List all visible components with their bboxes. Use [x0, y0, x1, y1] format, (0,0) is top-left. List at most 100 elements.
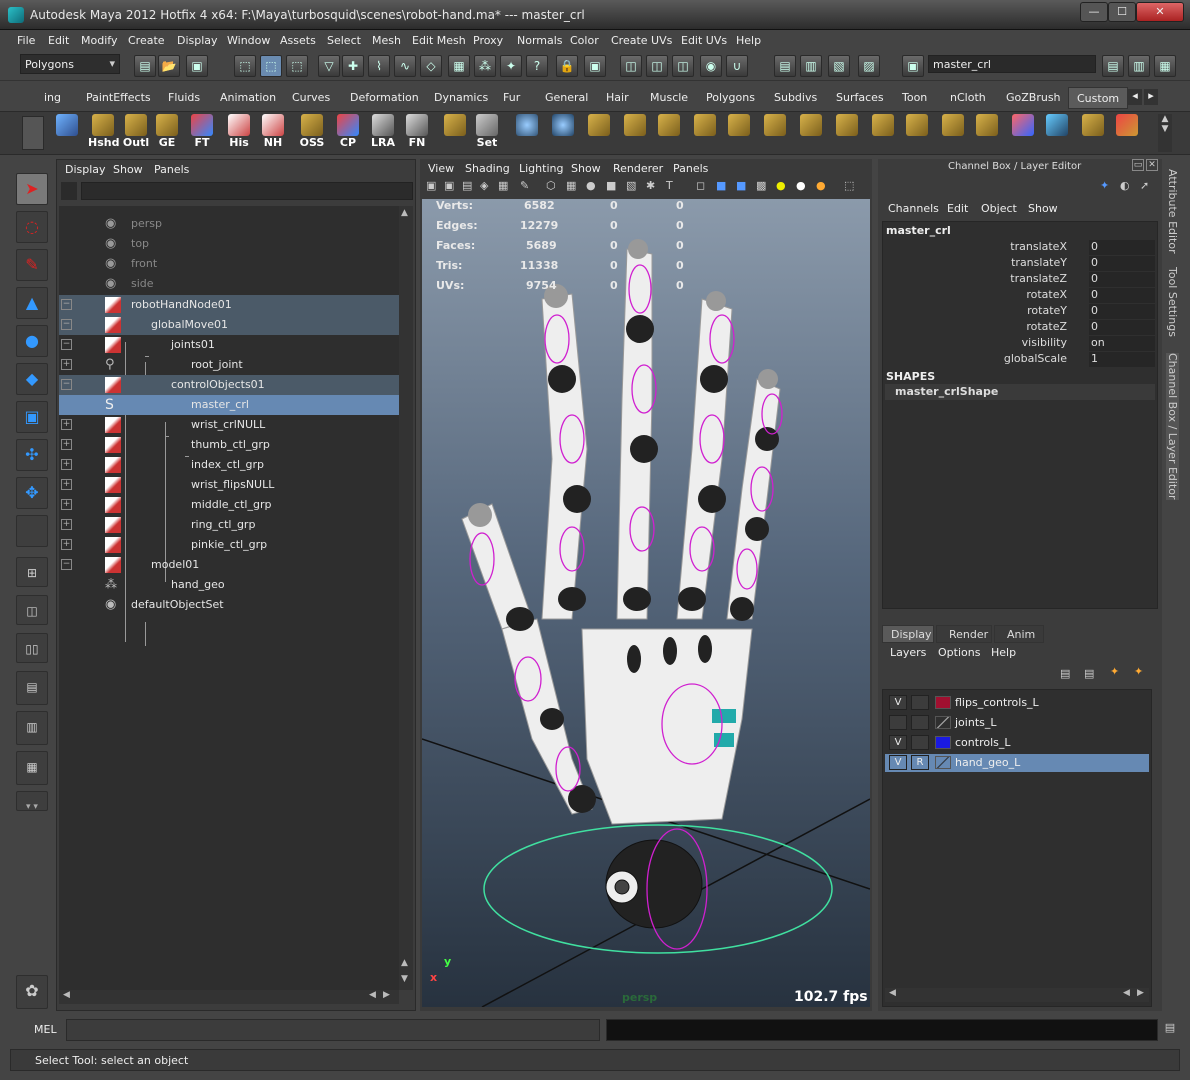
layer-move-up-icon[interactable]: ▤	[1060, 667, 1070, 680]
shelf-button-lra[interactable]: LRA	[368, 114, 398, 154]
list-item-middle-ctl-grp[interactable]: + middle_ctl_grp	[59, 495, 399, 515]
snap-view-plane-icon[interactable]: ◇	[420, 55, 442, 77]
layer-display-type-toggle[interactable]	[911, 715, 929, 730]
shelf-button-poly-12[interactable]	[972, 114, 1002, 154]
construction-history-icon[interactable]: ▣	[584, 55, 606, 77]
maximize-button[interactable]: ☐	[1108, 2, 1136, 22]
magnet-icon[interactable]: ∪	[726, 55, 748, 77]
shelf-tab-hair[interactable]: Hair	[606, 91, 629, 104]
snap-curve-icon[interactable]: ⌇	[368, 55, 390, 77]
collapse-icon[interactable]: −	[61, 299, 72, 310]
default-light-icon[interactable]: ●	[776, 179, 786, 192]
list-item-joints01[interactable]: − joints01	[59, 335, 399, 355]
collapse-icon[interactable]: −	[61, 319, 72, 330]
layout-four-panes-icon[interactable]: ⊞	[16, 557, 48, 587]
shadows-icon[interactable]: ●	[816, 179, 826, 192]
expand-icon[interactable]: +	[61, 519, 72, 530]
list-item-thumb-ctl-grp[interactable]: + thumb_ctl_grp	[59, 435, 399, 455]
tool-settings-toggle-icon[interactable]: ▧	[828, 55, 850, 77]
save-scene-icon[interactable]: ▣	[186, 55, 208, 77]
outliner-search-field[interactable]	[81, 182, 413, 200]
layer-display-type-toggle[interactable]	[911, 735, 929, 750]
outliner-menu-panels[interactable]: Panels	[154, 163, 189, 176]
shelf-button-plane[interactable]	[1042, 114, 1072, 154]
xray-icon[interactable]: ▧	[626, 179, 636, 192]
layer-visibility-toggle[interactable]: V	[889, 735, 907, 750]
channel-menu-show[interactable]: Show	[1028, 202, 1058, 215]
shelf-button-poly-13[interactable]	[1078, 114, 1108, 154]
select-tool-icon[interactable]: ➤	[16, 173, 48, 205]
grid-icon[interactable]: ▦	[566, 179, 576, 192]
shelf-scroll-icon[interactable]: ▲ ▼	[1158, 114, 1172, 152]
side-tab-attribute-editor[interactable]: Attribute Editor	[1166, 169, 1179, 254]
expand-icon[interactable]: +	[61, 439, 72, 450]
history-icon[interactable]: ✦	[500, 55, 522, 77]
shape-row[interactable]: master_crlShape	[885, 384, 1155, 400]
shelf-tab-surfaces[interactable]: Surfaces	[836, 91, 884, 104]
help-question-icon[interactable]: ?	[526, 55, 548, 77]
xray-joints-icon[interactable]: ✱	[646, 179, 655, 192]
outliner-menu-show[interactable]: Show	[113, 163, 143, 176]
last-tool-icon[interactable]	[16, 515, 48, 547]
menu-file[interactable]: File	[17, 34, 35, 47]
list-item-controlobjects01[interactable]: − controlObjects01	[59, 375, 399, 395]
shelf-button-set[interactable]: Set	[472, 114, 502, 154]
select-camera-icon[interactable]: ▣	[426, 179, 436, 192]
list-item-globalmove01[interactable]: − globalMove01	[59, 315, 399, 335]
list-item-side[interactable]: ◉ side	[59, 274, 399, 294]
layer-color-swatch[interactable]	[935, 756, 951, 769]
channel-menu-object[interactable]: Object	[981, 202, 1017, 215]
shelf-tab-rendering[interactable]: ing	[44, 91, 61, 104]
shelf-button-poly-6[interactable]	[760, 114, 790, 154]
shelf-button-poly-5[interactable]	[724, 114, 754, 154]
side-tab-tool-settings[interactable]: Tool Settings	[1166, 267, 1179, 337]
channel-menu-channels[interactable]: Channels	[888, 202, 939, 215]
shelf-tab-ncloth[interactable]: nCloth	[950, 91, 986, 104]
shelf-button-his[interactable]: His	[224, 114, 254, 154]
layer-visibility-toggle[interactable]: V	[889, 755, 907, 770]
menu-set-dropdown[interactable]: Polygons ▾	[20, 54, 120, 74]
menu-assets[interactable]: Assets	[280, 34, 316, 47]
show-manipulator-icon[interactable]: ✥	[16, 477, 48, 509]
shelf-tab-painteffects[interactable]: PaintEffects	[86, 91, 151, 104]
menu-normals[interactable]: Normals	[517, 34, 563, 47]
shelf-button-poly-3[interactable]	[654, 114, 684, 154]
menu-proxy[interactable]: Proxy	[473, 34, 503, 47]
viewport-3d-view[interactable]: Verts: 6582 0 0 Edges: 12279 0 0 Faces: …	[422, 199, 870, 1007]
shelf-tab-subdivs[interactable]: Subdivs	[774, 91, 817, 104]
list-item-front[interactable]: ◉ front	[59, 254, 399, 274]
layer-color-swatch[interactable]	[935, 716, 951, 729]
maya-app-icon[interactable]: ✿	[16, 975, 48, 1009]
move-tool-icon[interactable]: ▲	[16, 287, 48, 319]
layer-tab-display[interactable]: Display	[882, 625, 934, 643]
layer-tab-render[interactable]: Render	[936, 625, 992, 643]
shelf-button-poly-2[interactable]	[620, 114, 650, 154]
render-settings-icon[interactable]: ◫	[672, 55, 694, 77]
menu-color[interactable]: Color	[570, 34, 599, 47]
shelf-button-render[interactable]	[52, 114, 82, 154]
layer-editor-toggle-icon[interactable]: ▨	[858, 55, 880, 77]
collapse-icon[interactable]: −	[61, 379, 72, 390]
shelf-button-spheres[interactable]	[548, 114, 578, 154]
smooth-shade-icon[interactable]: ●	[586, 179, 596, 192]
layer-display-type-toggle[interactable]	[911, 695, 929, 710]
checker-icon[interactable]: ▩	[756, 179, 766, 192]
layer-menu-help[interactable]: Help	[991, 646, 1016, 659]
list-item-robothandnode01[interactable]: − robotHandNode01	[59, 295, 399, 315]
outliner-vertical-scrollbar[interactable]: ▲ ▲ ▼	[399, 206, 413, 990]
hypershade-icon[interactable]: ◉	[700, 55, 722, 77]
side-tab-channel-box[interactable]: Channel Box / Layer Editor	[1166, 353, 1179, 500]
render-current-frame-icon[interactable]: ◫	[620, 55, 642, 77]
menu-create[interactable]: Create	[128, 34, 165, 47]
command-language-label[interactable]: MEL	[34, 1023, 57, 1036]
shelf-tab-polygons[interactable]: Polygons	[706, 91, 755, 104]
command-input[interactable]	[66, 1019, 600, 1041]
shelf-tab-animation[interactable]: Animation	[220, 91, 276, 104]
snap-grid-icon[interactable]: ✚	[342, 55, 364, 77]
shelf-button-nh[interactable]: NH	[258, 114, 288, 154]
close-button[interactable]: ✕	[1136, 2, 1184, 22]
shelf-tab-muscle[interactable]: Muscle	[650, 91, 688, 104]
outliner-filter-icon[interactable]	[61, 182, 77, 200]
menu-edit-uvs[interactable]: Edit UVs	[681, 34, 727, 47]
paint-select-tool-icon[interactable]: ✎	[16, 249, 48, 281]
